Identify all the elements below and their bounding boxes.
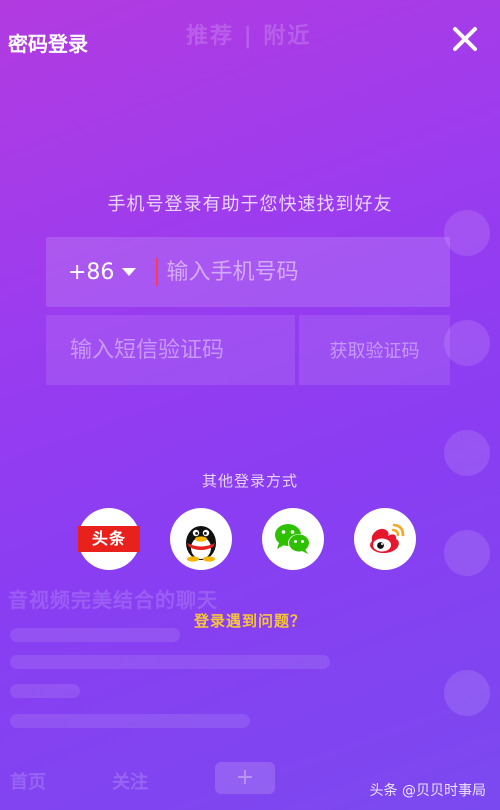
other-login-label: 其他登录方式 [201, 472, 298, 490]
wechat-icon [275, 524, 310, 554]
weibo-login-button[interactable] [354, 508, 416, 570]
bottom-nav-follow: 关注 [112, 772, 148, 793]
sms-code-input[interactable] [68, 336, 292, 364]
toutiao-icon: 头条 [78, 526, 140, 552]
bottom-nav-plus: + [215, 762, 275, 794]
music-ghost [444, 670, 490, 716]
text-cursor [156, 258, 159, 286]
country-code-label: +86 [68, 259, 115, 285]
code-box [46, 315, 295, 385]
phone-input[interactable] [164, 258, 429, 286]
share-ghost [444, 530, 490, 576]
background-music-line [10, 714, 250, 728]
country-code-selector[interactable]: +86 [68, 259, 137, 285]
qq-icon [186, 526, 216, 562]
wechat-login-button[interactable] [262, 508, 324, 570]
like-ghost [444, 320, 490, 366]
toutiao-login-button[interactable]: 头条 [78, 508, 140, 570]
watermark: 头条 @贝贝时事局 [369, 783, 486, 799]
code-field-row: 获取验证码 [46, 315, 450, 385]
caret-down-icon [122, 268, 137, 276]
qq-login-button[interactable] [170, 508, 232, 570]
close-icon [453, 27, 477, 51]
phone-field-row: +86 [46, 237, 450, 307]
background-caption-line [10, 684, 80, 698]
login-trouble-link[interactable]: 登录遇到问题？ [0, 610, 500, 631]
password-login-link[interactable]: 密码登录 [8, 28, 88, 57]
close-button[interactable] [448, 22, 482, 56]
weibo-icon [370, 523, 405, 554]
background-video-title: 音视频完美结合的聊天 [8, 588, 218, 612]
bottom-nav-home: 首页 [10, 772, 46, 793]
login-hint: 手机号登录有助于您快速找到好友 [107, 194, 393, 215]
background-caption-line [10, 655, 330, 669]
avatar-ghost [444, 210, 490, 256]
get-code-button[interactable]: 获取验证码 [299, 315, 450, 385]
background-tabs: 推荐 | 附近 [186, 24, 312, 49]
